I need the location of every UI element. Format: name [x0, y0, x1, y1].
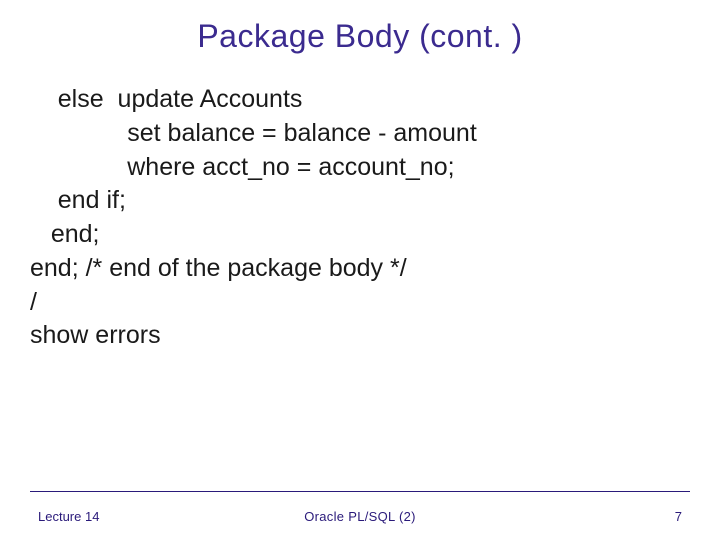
slide: Package Body (cont. ) else update Accoun… — [0, 0, 720, 540]
code-block: else update Accounts set balance = balan… — [30, 83, 690, 353]
footer-divider — [30, 491, 690, 492]
slide-title: Package Body (cont. ) — [30, 18, 690, 55]
footer-right: 7 — [675, 509, 682, 524]
footer-left: Lecture 14 — [38, 509, 99, 524]
footer-center: Oracle PL/SQL (2) — [304, 509, 416, 524]
slide-footer: Lecture 14 Oracle PL/SQL (2) 7 — [0, 509, 720, 524]
